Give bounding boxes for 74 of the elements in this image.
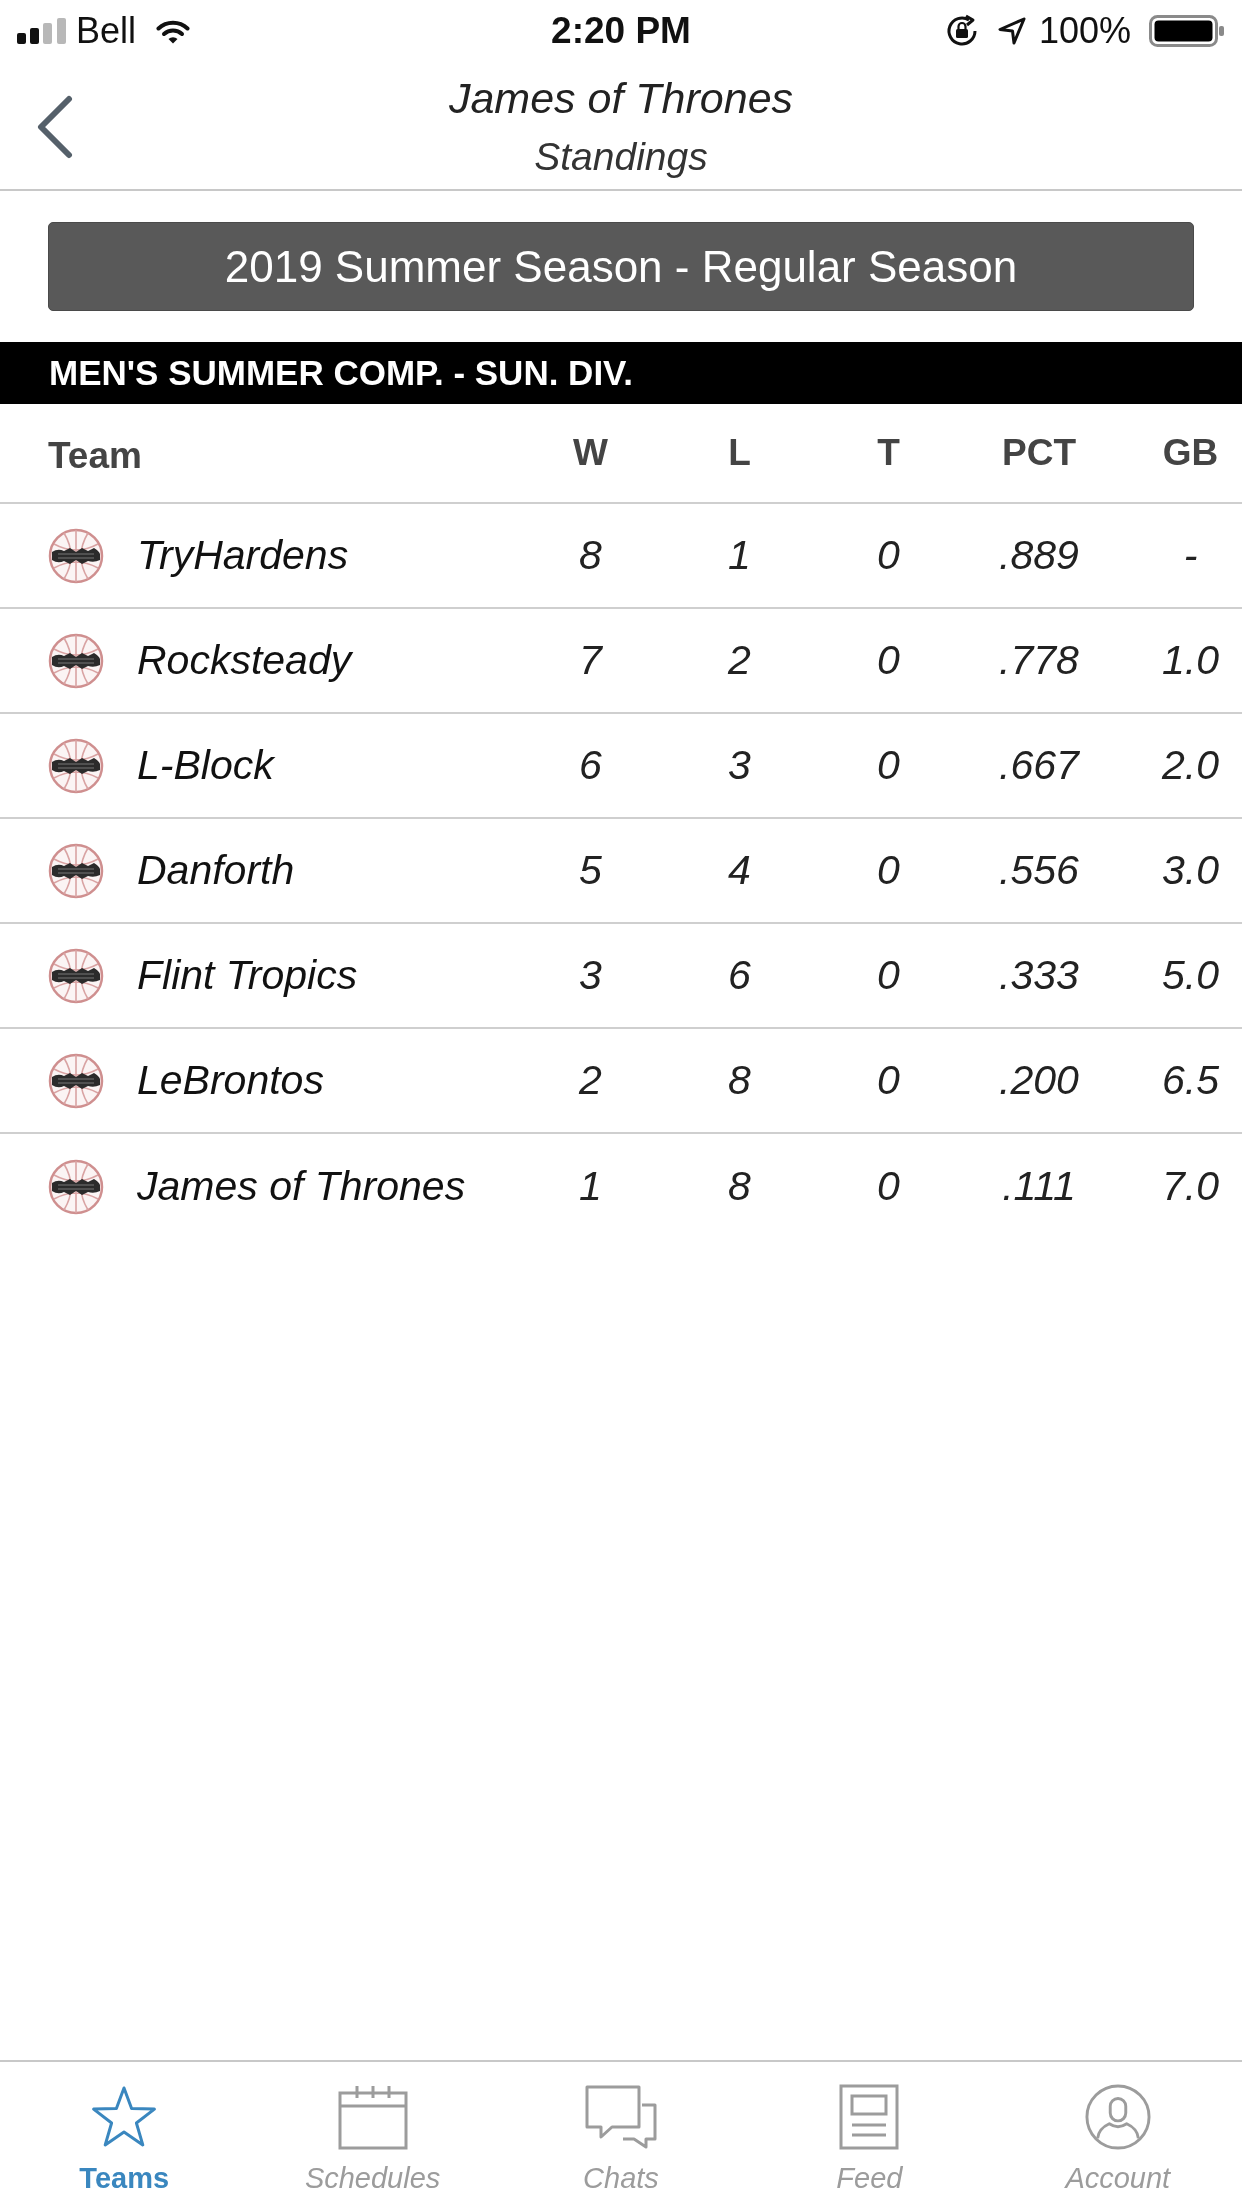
losses-cell-text: 4: [727, 847, 752, 894]
rotation-lock-icon: [944, 14, 979, 48]
win-pct-cell-text: .889: [998, 532, 1080, 579]
team-title: James of Thrones: [448, 73, 794, 124]
chat-bubbles-icon: [585, 2084, 657, 2150]
battery-percentage: 100%: [1038, 10, 1131, 52]
ties-cell-text: 0: [876, 532, 901, 579]
losses-cell-text: 8: [727, 1057, 752, 1104]
basketball-logo-icon: [48, 737, 104, 794]
page-subtitle: Standings: [533, 134, 709, 180]
signal-icon: [17, 18, 66, 44]
win-pct-cell-text: .200: [998, 1057, 1080, 1104]
games-back-cell-text: 7.0: [1161, 1163, 1220, 1210]
basketball-logo-icon: [48, 1158, 104, 1215]
win-pct-cell-text: .667: [998, 742, 1081, 789]
losses-cell-text: 1: [727, 532, 752, 579]
games-back-cell-text: 1.0: [1161, 637, 1220, 684]
games-back-cell-text: 6.5: [1161, 1057, 1220, 1104]
basketball-logo-icon: [48, 947, 104, 1004]
ties-cell-text: 0: [876, 742, 901, 789]
losses-cell-text: 6: [727, 952, 752, 999]
team-name[interactable]: Flint Tropics: [137, 952, 358, 999]
ties-cell-text: 0: [876, 1057, 901, 1104]
win-pct-cell-text: .778: [998, 637, 1080, 684]
games-back-cell-text: 5.0: [1161, 952, 1220, 999]
clock-time: 2:20 PM: [551, 10, 691, 52]
wins-cell-text: 1: [578, 1163, 603, 1210]
team-name[interactable]: L-Block: [137, 742, 274, 789]
ties-cell-text: 0: [876, 952, 901, 999]
column-header: PCT: [1001, 432, 1077, 474]
losses-cell-text: 3: [727, 742, 752, 789]
ties-cell-text: 0: [876, 637, 901, 684]
games-back-cell-text: -: [1182, 532, 1199, 579]
column-header: T: [876, 432, 901, 474]
games-back-cell-text: 3.0: [1161, 847, 1220, 894]
column-header: L: [727, 432, 752, 474]
basketball-logo-icon: [48, 632, 104, 689]
wifi-icon: [156, 18, 191, 44]
chevron-left-icon: [36, 94, 74, 159]
column-header: Team: [48, 435, 142, 477]
wins-cell-text: 8: [578, 532, 603, 579]
team-name[interactable]: TryHardens: [137, 532, 349, 579]
carrier-name: Bell: [76, 10, 137, 52]
document-icon: [839, 2084, 900, 2150]
wins-cell-text: 5: [578, 847, 603, 894]
ties-cell-text: 0: [876, 847, 901, 894]
wins-cell-text: 7: [578, 637, 604, 684]
division-title: MEN'S SUMMER COMP. - SUN. DIV.: [49, 353, 633, 393]
column-header: GB: [1161, 432, 1220, 474]
losses-cell-text: 2: [727, 637, 752, 684]
games-back-cell-text: 2.0: [1161, 742, 1220, 789]
wins-cell-text: 6: [578, 742, 603, 789]
win-pct-cell-text: .111: [1001, 1163, 1077, 1210]
calendar-icon: [337, 2084, 408, 2150]
basketball-logo-icon: [48, 527, 104, 584]
wins-cell-text: 2: [578, 1057, 603, 1104]
team-name[interactable]: Rocksteady: [137, 637, 352, 684]
win-pct-cell-text: .333: [998, 952, 1080, 999]
wins-cell-text: 3: [578, 952, 603, 999]
location-arrow-icon: [996, 16, 1027, 46]
season-selector-button[interactable]: 2019 Summer Season - Regular Season: [48, 222, 1194, 311]
team-name[interactable]: James of Thrones: [137, 1163, 466, 1210]
team-name[interactable]: Danforth: [137, 847, 295, 894]
losses-cell-text: 8: [727, 1163, 752, 1210]
basketball-logo-icon: [48, 1052, 104, 1109]
column-header: W: [572, 432, 609, 474]
user-circle-icon: [1083, 2084, 1152, 2150]
win-pct-cell-text: .556: [998, 847, 1080, 894]
basketball-logo-icon: [48, 842, 104, 899]
back-button[interactable]: [36, 94, 74, 159]
tab-button[interactable]: Teams: [0, 2062, 249, 2208]
team-name[interactable]: LeBrontos: [137, 1057, 324, 1104]
ties-cell-text: 0: [876, 1163, 901, 1210]
battery-icon: [1149, 15, 1225, 47]
